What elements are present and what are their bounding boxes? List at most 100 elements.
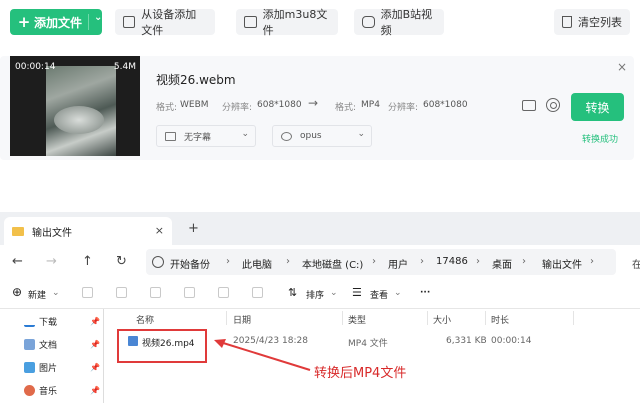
target-resolution: 608*1080 (423, 100, 468, 110)
convert-button[interactable]: 转换 (571, 93, 624, 121)
paste-icon[interactable] (150, 287, 161, 298)
add-m3u8-label: 添加m3u8文件 (262, 8, 328, 37)
chevron-right-icon: › (286, 256, 290, 267)
view-button[interactable]: 查看 (370, 288, 388, 301)
chevron-right-icon: › (476, 256, 480, 267)
chevron-right-icon: › (420, 256, 424, 267)
column-header-type[interactable]: 类型 (348, 313, 366, 326)
tab-title: 输出文件 (32, 227, 72, 239)
breadcrumb-item[interactable]: 开始备份 (170, 256, 210, 271)
column-header-size[interactable]: 大小 (433, 313, 451, 326)
plus-circle-icon: ⊕ (12, 285, 23, 299)
address-bar[interactable]: 开始备份 › 此电脑 › 本地磁盘 (C:) › 用户 › 17486 › 桌面… (146, 249, 616, 275)
pin-icon[interactable]: 📌 (90, 363, 100, 372)
close-icon[interactable]: × (155, 224, 164, 237)
subtitle-value: 无字幕 (184, 132, 212, 143)
navigation-bar: ← → ↑ ↻ 开始备份 › 此电脑 › 本地磁盘 (C:) › 用户 › 17… (0, 245, 640, 279)
sidebar-item-label: 文档 (39, 341, 58, 351)
sidebar: 下载 文档 图片 音乐 📌 📌 📌 📌 (0, 309, 104, 403)
chevron-down-icon[interactable]: ⌄ (94, 12, 102, 23)
device-icon (123, 16, 136, 28)
video-icon (244, 16, 257, 28)
sidebar-item-label: 图片 (39, 364, 58, 374)
sidebar-item-pictures[interactable]: 图片 (24, 361, 57, 374)
breadcrumb-item[interactable]: 桌面 (492, 256, 512, 271)
folder-icon[interactable] (522, 100, 536, 111)
forward-icon[interactable]: → (46, 254, 57, 269)
file-row-type: MP4 文件 (348, 339, 388, 349)
sort-icon: ⇅ (288, 286, 298, 299)
file-card: 00:00:14 5.4M 视频26.webm 格式: WEBM 分辨率: 60… (0, 56, 634, 160)
back-icon[interactable]: ← (12, 254, 23, 269)
column-header-duration[interactable]: 时长 (491, 313, 509, 326)
delete-icon[interactable] (252, 287, 263, 298)
subtitle-select[interactable]: 无字幕 ⌄ (156, 125, 256, 147)
video-thumbnail[interactable]: 00:00:14 5.4M (10, 56, 140, 156)
add-bilibili-button[interactable]: 添加B站视频 (354, 8, 444, 37)
trash-icon (562, 16, 572, 28)
new-tab-icon[interactable]: + (188, 221, 199, 236)
backup-icon (152, 256, 164, 268)
more-button[interactable]: ··· (420, 288, 430, 298)
sidebar-item-label: 音乐 (39, 387, 58, 397)
chevron-right-icon: › (522, 256, 526, 267)
add-from-device-button[interactable]: 从设备添加文件 (115, 8, 215, 37)
column-divider (342, 311, 343, 325)
column-divider (573, 311, 574, 325)
breadcrumb-item[interactable]: 本地磁盘 (C:) (302, 256, 363, 271)
search-box-partial[interactable]: 在 (632, 256, 640, 271)
close-icon[interactable]: × (617, 60, 627, 74)
add-from-device-label: 从设备添加文件 (141, 8, 197, 37)
highlight-box (117, 329, 207, 363)
breadcrumb-item[interactable]: 此电脑 (242, 256, 272, 271)
audio-select[interactable]: opus ⌄ (272, 125, 372, 147)
file-name: 视频26.webm (156, 73, 236, 87)
pin-icon[interactable]: 📌 (90, 386, 100, 395)
cut-icon[interactable] (82, 287, 93, 298)
column-header-date[interactable]: 日期 (233, 313, 251, 326)
download-icon (24, 316, 35, 327)
sidebar-item-downloads[interactable]: 下载 (24, 315, 57, 328)
add-file-button[interactable]: + 添加文件 ⌄ (10, 9, 102, 35)
new-button[interactable]: 新建 (28, 288, 46, 301)
breadcrumb-item[interactable]: 输出文件 (542, 256, 582, 271)
sidebar-item-label: 下载 (39, 318, 58, 328)
source-resolution-label: 分辨率: (222, 103, 253, 113)
add-bilibili-label: 添加B站视频 (380, 8, 433, 37)
thumbnail-size: 5.4M (113, 62, 136, 72)
tab-bar: 输出文件 × + (0, 212, 640, 245)
picture-icon (24, 362, 35, 373)
bilibili-icon (362, 16, 375, 28)
clear-list-button[interactable]: 清空列表 (554, 9, 630, 35)
subtitle-icon (165, 131, 176, 141)
tab-output-folder[interactable]: 输出文件 × (4, 217, 172, 245)
target-format: MP4 (361, 100, 380, 110)
gear-icon[interactable] (546, 98, 560, 112)
pin-icon[interactable]: 📌 (90, 317, 100, 326)
command-bar: ⊕ 新建 ⌄ ⇅ 排序 ⌄ ☰ 查看 ⌄ ··· (0, 279, 640, 309)
column-divider (485, 311, 486, 325)
sort-button[interactable]: 排序 (306, 288, 324, 301)
add-m3u8-button[interactable]: 添加m3u8文件 (236, 8, 338, 37)
source-format-label: 格式: (156, 103, 178, 113)
source-format: WEBM (180, 100, 209, 110)
copy-icon[interactable] (116, 287, 127, 298)
sidebar-item-music[interactable]: 音乐 (24, 384, 57, 397)
share-icon[interactable] (218, 287, 229, 298)
column-header-name[interactable]: 名称 (136, 313, 154, 326)
up-icon[interactable]: ↑ (82, 254, 93, 269)
breadcrumb-item[interactable]: 17486 (436, 256, 468, 267)
breadcrumb-item[interactable]: 用户 (388, 256, 408, 271)
refresh-icon[interactable]: ↻ (116, 254, 127, 269)
chevron-right-icon: › (590, 256, 594, 267)
rename-icon[interactable] (184, 287, 195, 298)
top-toolbar: + 添加文件 ⌄ 从设备添加文件 添加m3u8文件 添加B站视频 清空列表 (0, 0, 640, 44)
audio-value: opus (300, 131, 322, 141)
status-text: 转换成功 (582, 135, 619, 145)
pin-icon[interactable]: 📌 (90, 340, 100, 349)
sidebar-item-documents[interactable]: 文档 (24, 338, 57, 351)
document-icon (24, 339, 35, 350)
button-divider (88, 14, 89, 30)
chevron-right-icon: › (372, 256, 376, 267)
thumbnail-duration: 00:00:14 (15, 62, 56, 72)
